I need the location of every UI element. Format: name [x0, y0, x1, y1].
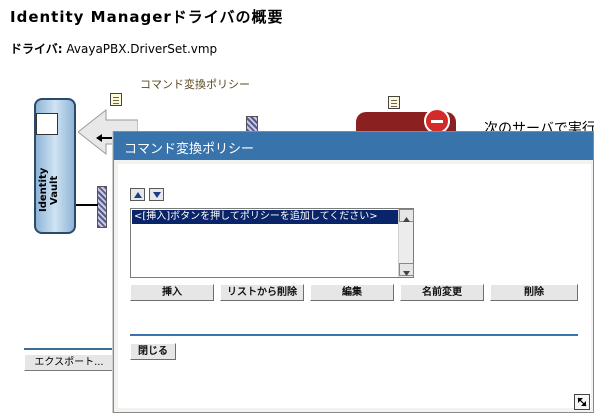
- up-arrow-icon: [134, 192, 142, 198]
- vault-image-icon: [36, 113, 58, 135]
- command-policy-dialog: コマンド変換ポリシー <[挿入]ボタンを押してポリシーを追加してください> 挿入…: [113, 131, 594, 413]
- down-arrow-icon: [153, 192, 161, 198]
- page-title: Identity Managerドライバの概要: [10, 8, 284, 26]
- delete-button[interactable]: 削除: [490, 284, 578, 301]
- driver-value: AvayaPBX.DriverSet.vmp: [66, 42, 218, 56]
- list-scrollbar[interactable]: [398, 209, 414, 277]
- list-item[interactable]: <[挿入]ボタンを押してポリシーを追加してください>: [132, 210, 398, 224]
- scroll-down-icon: [403, 271, 410, 276]
- policy-list[interactable]: <[挿入]ボタンを押してポリシーを追加してください>: [130, 208, 414, 278]
- dialog-titlebar[interactable]: コマンド変換ポリシー: [114, 132, 593, 160]
- scroll-up-icon: [403, 217, 410, 222]
- divider: [24, 348, 116, 350]
- note-icon[interactable]: [110, 93, 122, 106]
- scroll-up-button[interactable]: [399, 209, 414, 222]
- command-policy-link[interactable]: コマンド変換ポリシー: [140, 76, 250, 92]
- insert-button[interactable]: 挿入: [130, 284, 214, 301]
- resize-grip[interactable]: [574, 394, 590, 410]
- vault-label: Identity Vault: [38, 167, 60, 213]
- hatch-icon: [97, 186, 107, 228]
- driver-line: ドライバ: AvayaPBX.DriverSet.vmp: [10, 40, 217, 57]
- move-up-button[interactable]: [130, 188, 145, 201]
- remove-from-list-button[interactable]: リストから削除: [220, 284, 304, 301]
- dialog-title: コマンド変換ポリシー: [124, 142, 255, 157]
- move-down-button[interactable]: [149, 188, 164, 201]
- dialog-divider: [130, 334, 578, 336]
- driver-label: ドライバ:: [10, 42, 63, 56]
- export-button[interactable]: エクスポート...: [24, 354, 114, 371]
- scroll-down-button[interactable]: [399, 263, 414, 276]
- connector-line: [76, 204, 98, 206]
- rename-button[interactable]: 名前変更: [400, 284, 484, 301]
- resize-grip-icon: [577, 397, 587, 407]
- close-button[interactable]: 閉じる: [130, 343, 176, 360]
- edit-button[interactable]: 編集: [310, 284, 394, 301]
- note-icon[interactable]: [388, 96, 400, 109]
- hatch-icon: [246, 116, 258, 132]
